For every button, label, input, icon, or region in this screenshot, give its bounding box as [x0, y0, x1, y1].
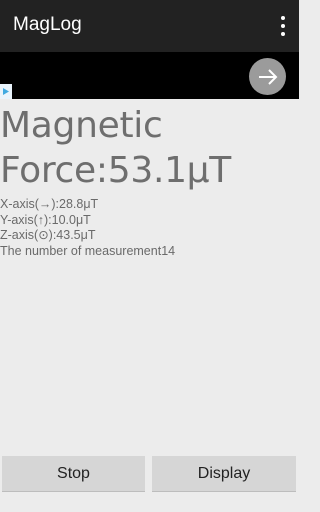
axis-readings: X-axis(→):28.8μT Y-axis(↑):10.0μT Z-axis… — [0, 197, 299, 259]
stop-button[interactable]: Stop — [2, 456, 145, 492]
magnetic-force-heading: Magnetic Force:53.1μT — [0, 103, 299, 193]
overflow-dot — [281, 16, 285, 20]
app-bar: MagLog — [0, 0, 299, 52]
headline-line-2: Force:53.1μT — [0, 150, 231, 191]
y-axis-reading: Y-axis(↑):10.0μT — [0, 212, 91, 227]
x-axis-reading: X-axis(→):28.8μT — [0, 197, 99, 211]
measurement-count: The number of measurement14 — [0, 243, 176, 258]
overflow-dot — [281, 32, 285, 36]
z-axis-reading: Z-axis(⊙):43.5μT — [0, 228, 96, 242]
ad-banner[interactable] — [0, 52, 299, 99]
app-title: MagLog — [13, 14, 82, 35]
overflow-dot — [281, 24, 285, 28]
ad-choices-glyph — [3, 88, 9, 95]
overflow-menu-icon[interactable] — [280, 16, 286, 36]
display-button[interactable]: Display — [152, 456, 296, 492]
ad-choices-icon[interactable] — [0, 84, 12, 99]
headline-line-1: Magnetic — [0, 105, 163, 146]
arrow-right-icon[interactable] — [249, 58, 286, 95]
arrow-right-glyph — [258, 68, 277, 85]
